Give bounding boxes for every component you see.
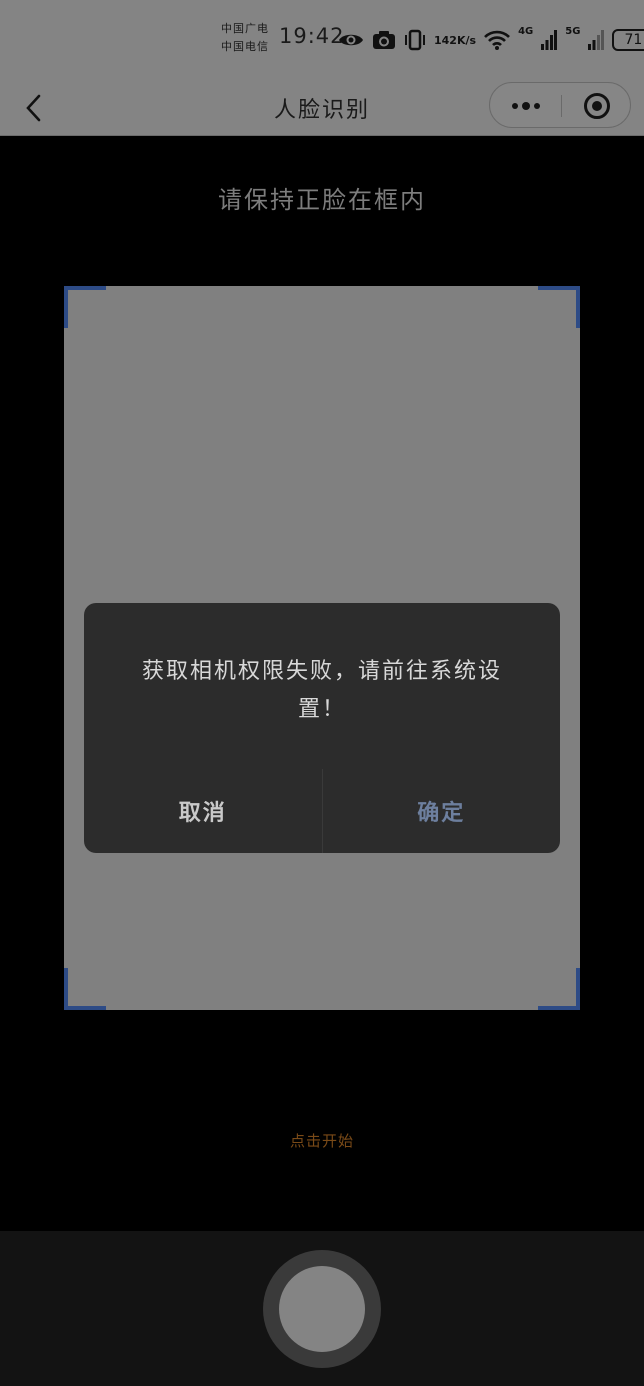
close-miniprogram-button[interactable] [562, 83, 632, 129]
nav-bar: 人脸识别 [0, 80, 644, 136]
signal-icon [541, 30, 558, 50]
battery-indicator: 71 [612, 29, 644, 51]
camera-icon [372, 30, 396, 50]
eye-icon [338, 31, 364, 49]
status-time: 19:42 [279, 24, 345, 48]
status-bar: 中国广电 中国电信 19:42 142 K/s 4G 5G 71 [0, 0, 644, 80]
speed-value: 142 [434, 33, 457, 47]
status-icons: 142 K/s 4G 5G 71 [338, 24, 644, 56]
speed-unit: K/s [456, 33, 477, 47]
shutter-button[interactable] [263, 1250, 381, 1368]
dialog-message: 获取相机权限失败，请前往系统设置！ [141, 659, 502, 722]
more-dots-icon [511, 102, 540, 110]
frame-corner-bottom-left [64, 968, 106, 1010]
wifi-icon [484, 30, 510, 50]
carrier-labels: 中国广电 中国电信 [221, 20, 269, 56]
signal-icon [588, 30, 605, 50]
face-recognition-screen: 中国广电 中国电信 19:42 142 K/s 4G 5G 71 人脸识别 请保… [0, 0, 644, 1386]
frame-corner-top-right [538, 286, 580, 328]
carrier-2: 中国电信 [221, 40, 269, 53]
vibrate-icon [404, 29, 426, 51]
shutter-inner [279, 1266, 365, 1352]
cancel-button[interactable]: 取消 [84, 769, 322, 853]
miniprogram-capsule [489, 82, 631, 128]
start-label[interactable]: 点击开始 [0, 1130, 644, 1151]
frame-corner-top-left [64, 286, 106, 328]
network-5g-label: 5G [565, 26, 581, 37]
confirm-button[interactable]: 确定 [323, 769, 561, 853]
dialog-actions: 取消 确定 [84, 769, 560, 853]
more-button[interactable] [490, 83, 561, 129]
face-hint-text: 请保持正脸在框内 [218, 186, 426, 214]
close-miniprogram-icon [584, 93, 610, 119]
permission-dialog: 获取相机权限失败，请前往系统设置！ 取消 确定 [84, 603, 560, 853]
carrier-1: 中国广电 [221, 22, 269, 35]
frame-corner-bottom-right [538, 968, 580, 1010]
network-4g-label: 4G [518, 26, 534, 37]
network-speed: 142 K/s [434, 35, 476, 46]
